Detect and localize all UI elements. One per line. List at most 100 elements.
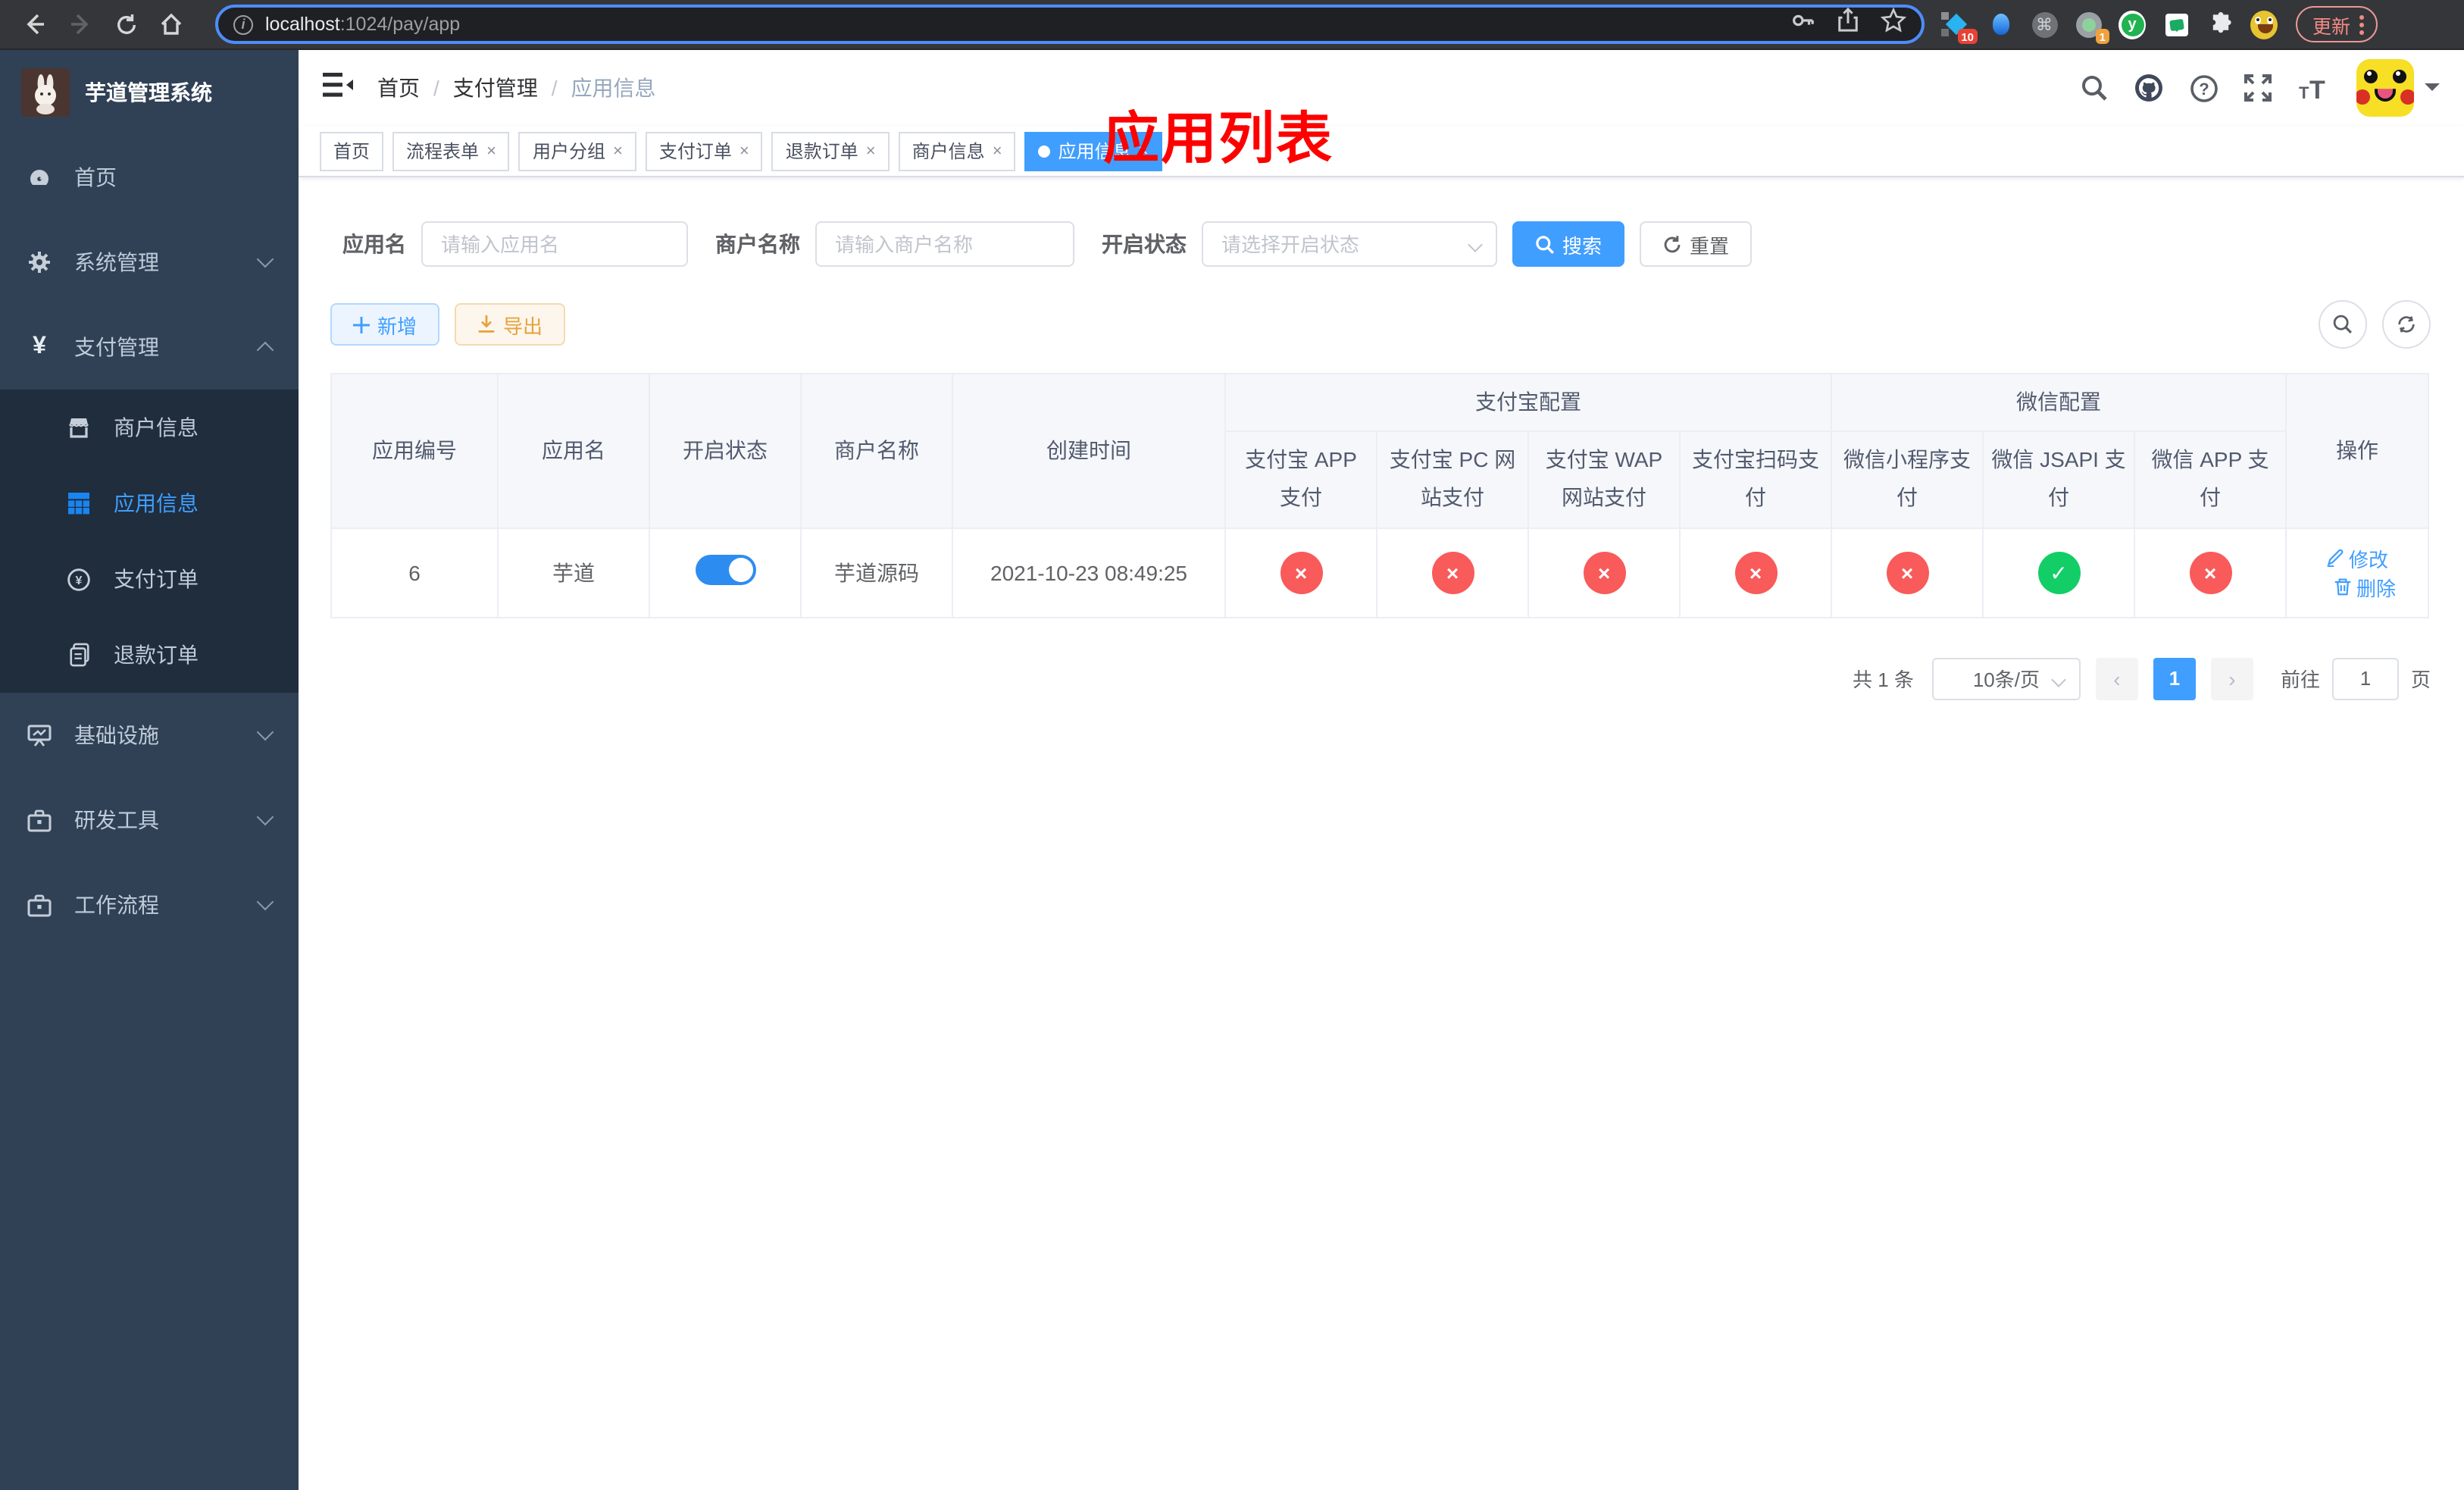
sidebar-item-label: 应用信息 — [114, 491, 199, 515]
sidebar-item-payment[interactable]: ¥ 支付管理 — [0, 305, 299, 390]
col-operations: 操作 — [2285, 373, 2430, 529]
github-icon[interactable] — [2134, 73, 2164, 103]
extension-diamond-icon[interactable]: 10 — [1941, 11, 1978, 44]
sidebar-item-label: 研发工具 — [74, 808, 159, 832]
sidebar-item-label: 商户信息 — [114, 415, 199, 440]
app-logo-row[interactable]: 芋道管理系统 — [0, 50, 299, 135]
chevron-up-icon — [256, 341, 274, 359]
status-alipay-pc-icon: × — [1431, 551, 1474, 594]
bookmark-star-icon[interactable] — [1880, 7, 1907, 41]
yen-icon: ¥ — [33, 333, 46, 359]
group-alipay-config: 支付宝配置 — [1224, 372, 1832, 433]
sidebar-collapse-icon[interactable] — [323, 70, 353, 105]
sidebar-item-dev-tools[interactable]: 研发工具 — [0, 778, 299, 862]
goto-page-input[interactable] — [2331, 657, 2399, 700]
sidebar-item-system[interactable]: 系统管理 — [0, 220, 299, 305]
close-icon[interactable]: × — [866, 142, 876, 160]
browser-menu-icon[interactable] — [2359, 14, 2365, 34]
home-icon[interactable] — [152, 5, 191, 44]
profile-avatar-icon[interactable] — [2250, 10, 2278, 39]
tab-process-form[interactable]: 流程表单 × — [392, 131, 510, 171]
status-alipay-qr-icon: × — [1734, 551, 1777, 594]
search-button[interactable]: 搜索 — [1512, 221, 1625, 267]
app-name-input[interactable] — [441, 233, 668, 255]
help-icon[interactable]: ? — [2190, 74, 2219, 102]
back-icon[interactable] — [15, 5, 55, 44]
close-icon[interactable]: × — [613, 142, 623, 160]
password-key-icon[interactable] — [1790, 8, 1815, 41]
extension-balloon-icon[interactable] — [1987, 11, 2014, 38]
prev-page-button[interactable]: ‹ — [2095, 657, 2138, 700]
export-button[interactable]: 导出 — [455, 303, 566, 346]
user-avatar-menu[interactable] — [2356, 59, 2440, 117]
url-text[interactable]: localhost:1024/pay/app — [265, 14, 460, 35]
extension-y-icon[interactable]: y — [2118, 10, 2146, 39]
sidebar-item-workflow[interactable]: 工作流程 — [0, 862, 299, 947]
delete-link[interactable]: 删除 — [2334, 572, 2396, 601]
tab-pay-orders[interactable]: 支付订单 × — [645, 131, 763, 171]
cell-app-id: 6 — [330, 527, 499, 618]
chevron-down-icon — [256, 250, 274, 268]
sidebar-item-home[interactable]: 首页 — [0, 135, 299, 220]
col-app-id: 应用编号 — [330, 373, 499, 529]
share-icon[interactable] — [1837, 7, 1859, 41]
sidebar-item-refund-orders[interactable]: 退款订单 — [0, 617, 299, 693]
col-app-name: 应用名 — [497, 373, 650, 529]
sidebar-item-merchant-info[interactable]: 商户信息 — [0, 390, 299, 465]
avatar — [2356, 59, 2414, 117]
reset-button[interactable]: 重置 — [1640, 221, 1753, 267]
close-icon[interactable]: × — [486, 142, 496, 160]
app-name-input-wrap — [421, 221, 688, 267]
dashboard-icon — [27, 165, 52, 189]
sidebar-item-label: 支付管理 — [74, 335, 159, 359]
monitor-icon — [27, 723, 52, 747]
edit-link[interactable]: 修改 — [2326, 543, 2388, 572]
sidebar-item-label: 工作流程 — [74, 893, 159, 917]
toggle-search-button[interactable] — [2319, 300, 2367, 349]
tab-merchant-info[interactable]: 商户信息 × — [898, 131, 1016, 171]
merchant-name-label: 商户名称 — [715, 232, 800, 256]
reload-icon[interactable] — [106, 5, 145, 44]
extension-recorder-icon[interactable]: 1 — [2075, 11, 2109, 44]
svg-text:T: T — [2309, 76, 2325, 102]
address-bar[interactable]: i localhost:1024/pay/app — [215, 5, 1925, 44]
page-1-button[interactable]: 1 — [2153, 657, 2196, 700]
tab-refund-orders[interactable]: 退款订单 × — [771, 131, 890, 171]
font-size-icon[interactable]: TT — [2297, 74, 2331, 102]
sidebar-item-label: 支付订单 — [114, 567, 199, 591]
close-icon[interactable]: × — [740, 142, 749, 160]
breadcrumb-home[interactable]: 首页 — [377, 73, 420, 103]
active-dot — [1038, 145, 1051, 157]
add-button[interactable]: 新增 — [330, 303, 440, 346]
enabled-toggle[interactable] — [695, 555, 755, 586]
tab-home[interactable]: 首页 — [320, 131, 384, 171]
toolbox-icon — [27, 893, 52, 917]
next-page-button[interactable]: › — [2210, 657, 2253, 700]
sidebar-item-app-info[interactable]: 应用信息 — [0, 465, 299, 541]
search-icon[interactable] — [2081, 74, 2108, 102]
sidebar-item-pay-orders[interactable]: ¥ 支付订单 — [0, 541, 299, 617]
page-size-select[interactable]: 10条/页 — [1931, 657, 2081, 700]
breadcrumb-payment[interactable]: 支付管理 — [453, 73, 538, 103]
extensions-puzzle-icon[interactable] — [2206, 11, 2234, 38]
close-icon[interactable]: × — [993, 142, 1002, 160]
status-select-input[interactable] — [1221, 233, 1477, 255]
app-logo-image — [21, 68, 70, 117]
forward-icon[interactable] — [61, 5, 100, 44]
sidebar-item-infrastructure[interactable]: 基础设施 — [0, 693, 299, 778]
extension-command-icon[interactable]: ⌘ — [2031, 11, 2058, 38]
merchant-name-input[interactable] — [835, 233, 1055, 255]
yen-circle-icon: ¥ — [67, 567, 91, 591]
status-select[interactable] — [1202, 221, 1497, 267]
site-info-icon[interactable]: i — [233, 14, 253, 34]
extension-chat-icon[interactable] — [2162, 11, 2190, 38]
chrome-update-button[interactable]: 更新 — [2296, 6, 2378, 42]
breadcrumb-current: 应用信息 — [571, 76, 656, 100]
grid-icon — [67, 491, 91, 515]
fullscreen-icon[interactable] — [2244, 74, 2272, 102]
table-toolbar: 新增 导出 — [330, 300, 2431, 349]
svg-text:¥: ¥ — [76, 574, 83, 587]
breadcrumb-separator: / — [551, 76, 558, 100]
tab-user-group[interactable]: 用户分组 × — [518, 131, 636, 171]
refresh-button[interactable] — [2382, 300, 2431, 349]
